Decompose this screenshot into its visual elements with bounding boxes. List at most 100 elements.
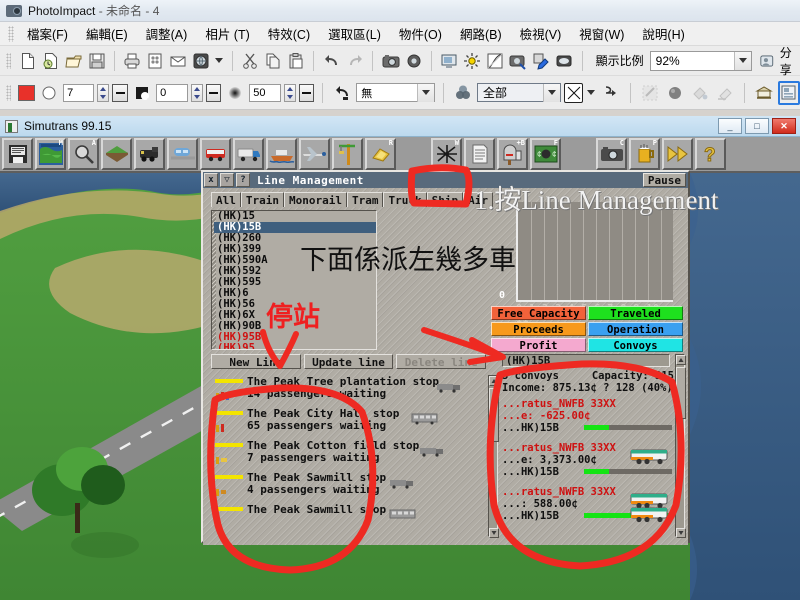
list-item[interactable]: The Peak Cotton field stop 7 passengers … xyxy=(211,439,486,471)
camera-icon[interactable]: C xyxy=(596,138,627,170)
ellipse-effect-icon[interactable] xyxy=(554,49,575,73)
list-item[interactable]: The Peak Sawmill stop xyxy=(211,503,486,535)
save-icon[interactable] xyxy=(86,49,107,73)
menu-item-selection[interactable]: 選取區(L) xyxy=(319,22,390,45)
feather-input[interactable]: 50 xyxy=(249,83,281,102)
special-build-icon[interactable]: R xyxy=(365,138,396,170)
tab-tram[interactable]: Tram xyxy=(346,192,384,207)
save-load-icon[interactable] xyxy=(2,138,33,170)
convoy-scroll-thumb[interactable] xyxy=(676,367,686,419)
toolbar2-grip[interactable] xyxy=(6,84,12,101)
tab-train[interactable]: Train xyxy=(240,192,284,207)
soft-edge-dropdown[interactable] xyxy=(112,83,129,102)
list-item[interactable]: ...ratus_NWFB 33XX ...e: 3,373.00¢ ...HK… xyxy=(502,442,674,482)
legend-convoys[interactable]: Convoys xyxy=(588,338,683,352)
menu-item-effect[interactable]: 特效(C) xyxy=(259,22,319,45)
gradient-dropdown[interactable] xyxy=(205,83,222,102)
fastforward-icon[interactable] xyxy=(662,138,693,170)
eyedropper-icon[interactable] xyxy=(531,49,552,73)
soft-edge-icon[interactable] xyxy=(38,81,60,105)
pattern-combo[interactable]: 無 xyxy=(356,83,436,102)
legend-operation-costs[interactable]: Operation Costs xyxy=(588,322,683,350)
tab-all[interactable]: All xyxy=(211,192,241,207)
email-icon[interactable] xyxy=(168,49,189,73)
cut-icon[interactable] xyxy=(239,49,260,73)
dialog-help-icon[interactable]: ? xyxy=(236,173,250,187)
menu-item-window[interactable]: 視窗(W) xyxy=(570,22,633,45)
tram-icon[interactable] xyxy=(200,138,231,170)
tone-curve-icon[interactable] xyxy=(485,49,506,73)
menu-item-object[interactable]: 物件(O) xyxy=(390,22,451,45)
menu-item-web[interactable]: 網路(B) xyxy=(451,22,511,45)
soft-edge-input[interactable]: 7 xyxy=(63,83,95,102)
stop-list-scrollbar[interactable] xyxy=(488,375,499,538)
mailbox-icon[interactable]: +B xyxy=(497,138,528,170)
feather-dropdown[interactable] xyxy=(298,83,315,102)
menu-item-help[interactable]: 說明(H) xyxy=(633,22,693,45)
magnifier-icon[interactable]: A xyxy=(68,138,99,170)
airplane-icon[interactable] xyxy=(299,138,330,170)
legend-free-capacity[interactable]: Free Capacity xyxy=(491,306,586,320)
new-line-button[interactable]: New Line xyxy=(211,354,301,369)
redo-icon[interactable] xyxy=(344,49,365,73)
list-item[interactable]: (HK)95 xyxy=(214,343,376,350)
copy-icon[interactable] xyxy=(262,49,283,73)
blend-icon[interactable] xyxy=(452,81,474,105)
list-icon[interactable] xyxy=(464,138,495,170)
stop-scroll-thumb[interactable] xyxy=(489,388,499,442)
share-button[interactable]: 分享 xyxy=(760,44,800,78)
chevron-down-icon[interactable] xyxy=(734,51,752,70)
stop-list[interactable]: The Peak Tree plantation stop 14 passeng… xyxy=(211,375,486,537)
gradient-input[interactable]: 0 xyxy=(156,83,188,102)
tab-truck[interactable]: Truck xyxy=(383,192,427,207)
paste-icon[interactable] xyxy=(285,49,306,73)
tab-air[interactable]: Air xyxy=(463,192,493,207)
crane-icon[interactable] xyxy=(332,138,363,170)
select-scope-combo[interactable]: 全部 xyxy=(477,83,562,102)
legend-traveled[interactable]: Traveled xyxy=(588,306,683,320)
scroll-down-arrow[interactable] xyxy=(676,528,686,538)
minimize-button[interactable]: _ xyxy=(718,118,742,134)
pause-badge[interactable]: Pause xyxy=(642,173,686,187)
update-line-button[interactable]: Update line xyxy=(303,354,394,369)
finance-icon[interactable]: F ¢ ¢ xyxy=(530,138,561,170)
foreground-color-swatch[interactable] xyxy=(18,84,36,101)
tab-ship[interactable]: Ship xyxy=(426,192,464,207)
help-icon[interactable]: ? xyxy=(695,138,726,170)
close-button[interactable]: ✕ xyxy=(772,118,796,134)
chevron-down-icon[interactable] xyxy=(417,83,435,102)
transform-icon[interactable] xyxy=(564,82,583,103)
line-management-icon[interactable]: W xyxy=(431,138,462,170)
contact-sheet-icon[interactable] xyxy=(145,49,166,73)
map-icon[interactable]: M xyxy=(35,138,66,170)
feather-stepper[interactable] xyxy=(283,83,296,102)
gradient-stepper[interactable] xyxy=(190,83,203,102)
dialog-minimize-icon[interactable]: ▽ xyxy=(220,173,234,187)
line-list[interactable]: (HK)15 (HK)15B (HK)260 (HK)399 (HK)590A … xyxy=(211,210,377,350)
zoom-combo[interactable]: 92% xyxy=(649,50,753,71)
gradient-icon[interactable] xyxy=(131,81,153,105)
truck-icon[interactable] xyxy=(233,138,264,170)
capture-icon[interactable] xyxy=(380,49,401,73)
photo-select-icon[interactable] xyxy=(508,49,529,73)
tab-monorail[interactable]: Monorail xyxy=(284,192,347,207)
list-item[interactable]: ...ratus_NWFB 33XX ...e: -625.00¢ ...HK)… xyxy=(502,398,674,438)
feather-icon[interactable] xyxy=(224,81,246,105)
brightness-icon[interactable] xyxy=(462,49,483,73)
convoy-panel[interactable]: (HK)15B 3 convoys Capacity: 315 Income: … xyxy=(502,354,674,537)
new-file-icon[interactable] xyxy=(17,49,38,73)
monorail-icon[interactable] xyxy=(167,138,198,170)
scroll-up-arrow[interactable] xyxy=(676,355,686,365)
menu-item-edit[interactable]: 編輯(E) xyxy=(77,22,137,45)
scroll-down-arrow[interactable] xyxy=(489,528,499,538)
train-icon[interactable] xyxy=(134,138,165,170)
ship-icon[interactable] xyxy=(266,138,297,170)
web-dropdown-icon[interactable] xyxy=(214,49,225,73)
open-folder-icon[interactable] xyxy=(63,49,84,73)
menu-item-view[interactable]: 檢視(V) xyxy=(511,22,571,45)
legend-proceeds[interactable]: Proceeds xyxy=(491,322,586,336)
open-recent-icon[interactable] xyxy=(40,49,61,73)
monitor-icon[interactable] xyxy=(439,49,460,73)
undo-icon[interactable] xyxy=(321,49,342,73)
list-item[interactable]: The Peak Sawmill stop 4 passengers waiti… xyxy=(211,471,486,503)
